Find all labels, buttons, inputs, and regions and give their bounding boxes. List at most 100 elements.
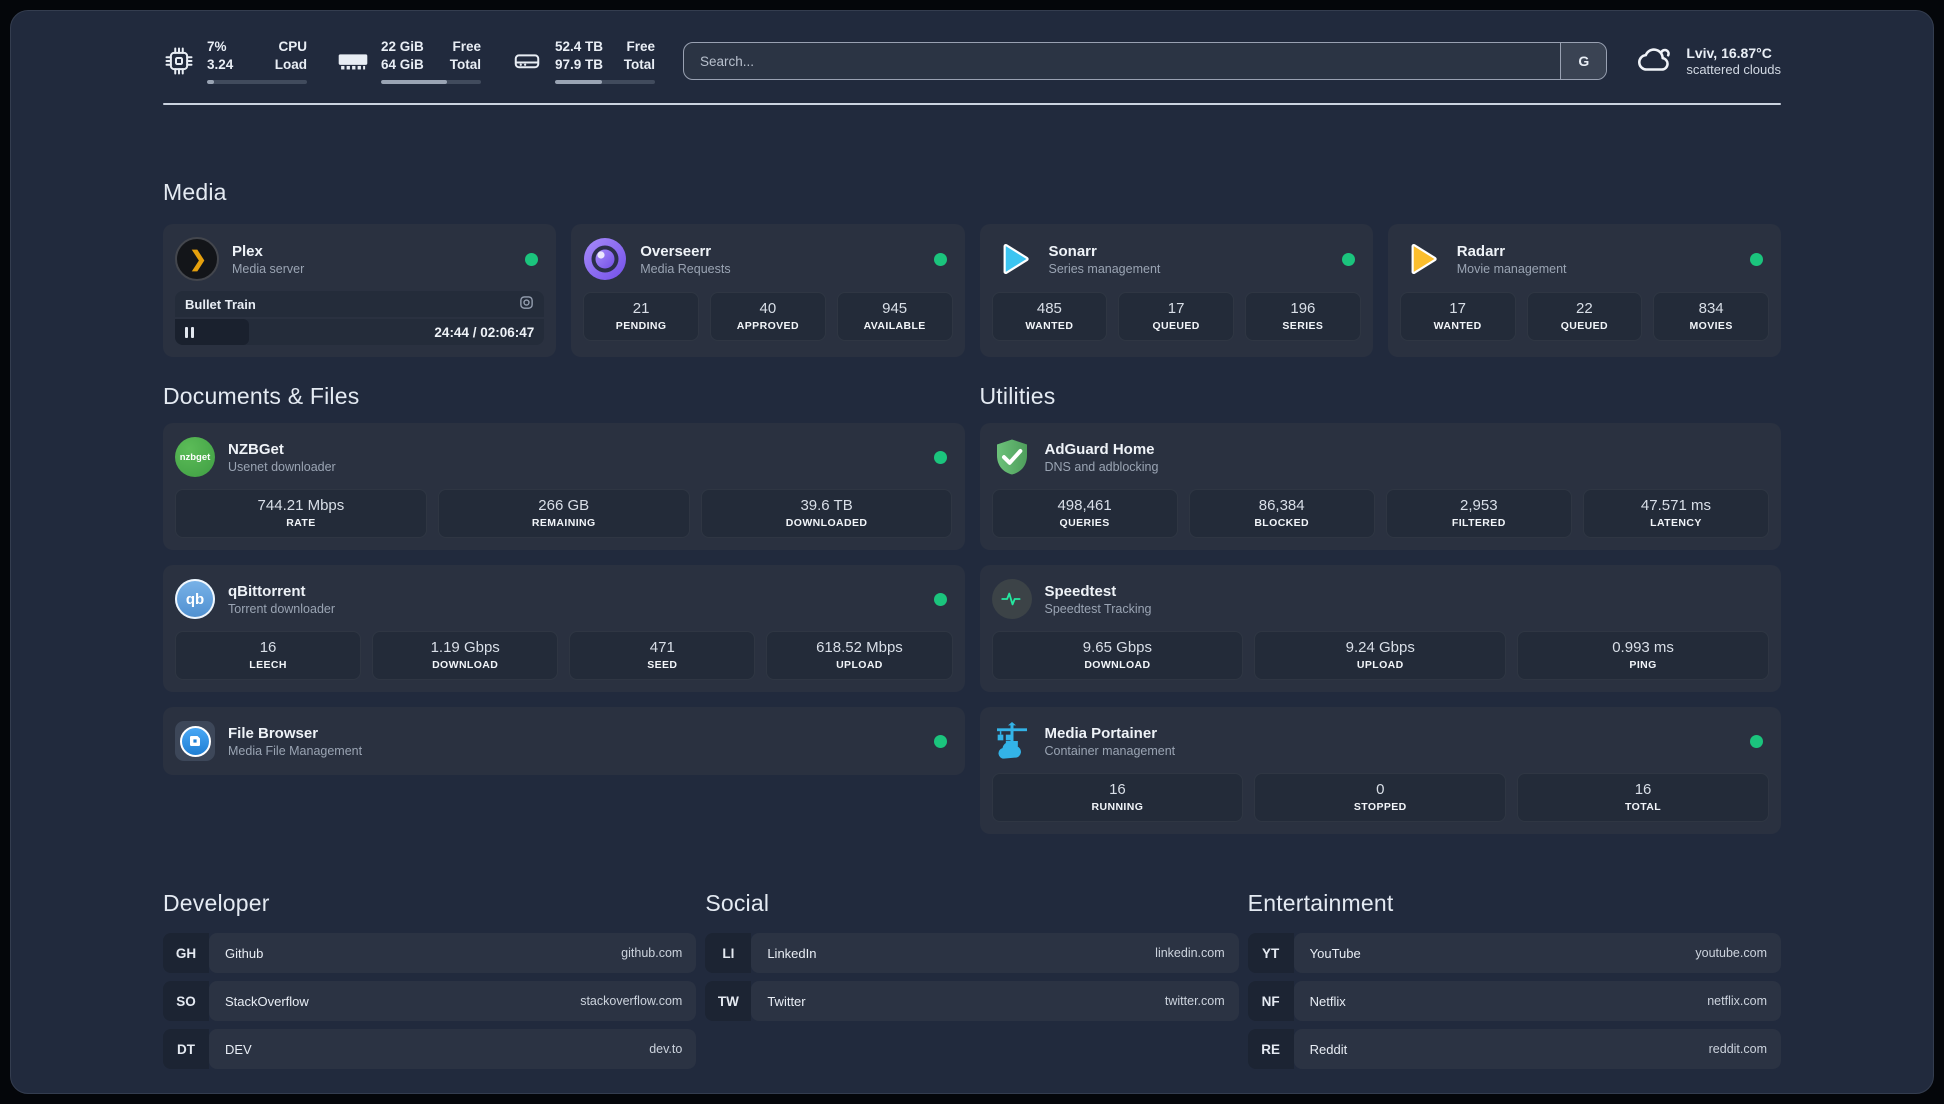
developer-links: Developer GH Github github.com SO StackO… [163, 890, 697, 1077]
app-card-sonarr[interactable]: Sonarr Series management 485 WANTED 17 Q… [979, 224, 1373, 357]
memory-usage-bar [381, 79, 481, 84]
link-linkedin[interactable]: LI LinkedIn linkedin.com [705, 933, 1239, 973]
stat-tile: 196 SERIES [1245, 292, 1361, 341]
link-abbr: GH [163, 933, 209, 973]
stat-tile: 17 QUEUED [1118, 292, 1234, 341]
stat-tile: 834 MOVIES [1653, 292, 1769, 341]
stat-tile: 21 PENDING [583, 292, 699, 341]
load-label: Load [274, 57, 307, 72]
pause-button[interactable] [185, 326, 194, 338]
link-stackoverflow[interactable]: SO StackOverflow stackoverflow.com [163, 981, 697, 1021]
documents-section: Documents & Files nzbget NZBGet Usenet d… [163, 383, 965, 834]
status-online-dot [1341, 252, 1355, 266]
stat-tile: 471 SEED [569, 631, 756, 680]
disk-free-label: Free [626, 39, 655, 55]
disk-total-value: 97.9 TB [555, 57, 604, 72]
top-bar: 7% 3.24 CPU Load 22 GiB 64 GiB Free Tota… [163, 11, 1781, 87]
app-card-nzbget[interactable]: nzbget NZBGet Usenet downloader 744.21 M… [163, 423, 965, 550]
app-name: Speedtest [1044, 582, 1117, 600]
link-abbr: RE [1247, 1029, 1294, 1069]
link-reddit[interactable]: RE Reddit reddit.com [1247, 1029, 1781, 1069]
app-description: Series management [1048, 261, 1161, 276]
app-name: File Browser [228, 724, 319, 742]
link-name: Github [225, 945, 264, 961]
memory-total-label: Total [449, 57, 481, 72]
stat-tile: 1.19 Gbps DOWNLOAD [372, 631, 559, 680]
stat-tile: 618.52 Mbps UPLOAD [766, 631, 953, 680]
now-playing-widget: Bullet Train 24:44 / 02:06:47 [175, 291, 545, 345]
plex-icon: ❯ [175, 237, 219, 281]
stat-tile: 40 APPROVED [710, 292, 826, 341]
cpu-icon [163, 46, 195, 76]
link-github[interactable]: GH Github github.com [163, 933, 697, 973]
section-title-developer: Developer [163, 890, 270, 916]
stat-tile: 22 QUEUED [1526, 292, 1643, 341]
search-input[interactable] [684, 43, 1561, 79]
app-name: qBittorrent [228, 582, 306, 600]
stat-tile: 9.65 Gbps DOWNLOAD [991, 631, 1244, 680]
link-twitter[interactable]: TW Twitter twitter.com [705, 981, 1239, 1021]
status-online-dot [1750, 734, 1763, 748]
link-abbr: YT [1247, 933, 1294, 973]
app-card-overseerr[interactable]: Overseerr Media Requests 21 PENDING 40 A… [571, 224, 965, 357]
status-online-dot [933, 450, 947, 464]
app-name: NZBGet [228, 440, 284, 458]
search-bar[interactable]: G [683, 42, 1608, 80]
stat-tile: 945 AVAILABLE [836, 292, 953, 341]
cpu-label: CPU [278, 39, 307, 55]
status-online-dot [933, 592, 947, 606]
stat-tile: 17 WANTED [1399, 292, 1516, 341]
cloud-icon [1637, 44, 1673, 79]
header-divider [163, 103, 1781, 105]
stat-tile: 16 LEECH [175, 631, 362, 680]
link-name: DEV [225, 1041, 252, 1057]
dashboard: 7% 3.24 CPU Load 22 GiB 64 GiB Free Tota… [10, 10, 1934, 1094]
memory-stat: 22 GiB 64 GiB Free Total [337, 38, 481, 84]
app-card-filebrowser[interactable]: File Browser Media File Management [163, 707, 965, 775]
app-name: Media Portainer [1044, 724, 1158, 742]
app-description: Media File Management [228, 743, 363, 758]
app-card-speedtest[interactable]: Speedtest Speedtest Tracking 9.65 Gbps D… [979, 565, 1781, 692]
link-abbr: DT [163, 1029, 209, 1069]
utilities-section: Utilities AdGuard Home DNS and adblockin… [979, 383, 1781, 834]
memory-free-label: Free [452, 39, 481, 55]
app-card-plex[interactable]: ❯ Plex Media server Bullet Train 24:44 /… [163, 224, 557, 357]
link-name: YouTube [1309, 945, 1361, 961]
link-url: dev.to [649, 1042, 683, 1056]
section-title-media: Media [163, 179, 227, 205]
overseerr-icon [583, 237, 627, 281]
search-engine-button[interactable]: G [1560, 43, 1607, 79]
app-description: Container management [1044, 743, 1176, 758]
stat-tile: 0 STOPPED [1254, 773, 1507, 822]
portainer-icon [992, 721, 1032, 761]
app-card-radarr[interactable]: Radarr Movie management 17 WANTED 22 QUE… [1387, 224, 1781, 357]
link-name: Reddit [1309, 1041, 1348, 1057]
app-card-portainer[interactable]: Media Portainer Container management 16 … [979, 707, 1781, 834]
stat-tile: 9.24 Gbps UPLOAD [1254, 631, 1507, 680]
link-dev[interactable]: DT DEV dev.to [163, 1029, 697, 1069]
cpu-usage-bar [207, 79, 307, 84]
playback-time: 24:44 / 02:06:47 [434, 324, 535, 340]
stat-tile: 498,461 QUERIES [991, 489, 1178, 538]
now-playing-title: Bullet Train [185, 296, 256, 312]
app-card-qbittorrent[interactable]: qb qBittorrent Torrent downloader 16 LEE… [163, 565, 965, 692]
status-online-dot [1750, 252, 1763, 266]
link-youtube[interactable]: YT YouTube youtube.com [1247, 933, 1781, 973]
status-online-dot [933, 734, 947, 748]
section-title-entertainment: Entertainment [1247, 890, 1394, 916]
app-card-adguard[interactable]: AdGuard Home DNS and adblocking 498,461 … [979, 423, 1781, 550]
section-title-social: Social [705, 890, 770, 916]
stat-tile: 39.6 TB DOWNLOADED [700, 489, 953, 538]
sonarr-icon [992, 237, 1036, 281]
stat-tile: 2,953 FILTERED [1385, 489, 1572, 538]
weather-widget: Lviv, 16.87°C scattered clouds [1637, 44, 1781, 79]
memory-total-value: 64 GiB [381, 57, 424, 72]
section-title-documents: Documents & Files [163, 383, 360, 409]
speedtest-icon [991, 579, 1032, 619]
link-url: reddit.com [1708, 1042, 1767, 1056]
link-netflix[interactable]: NF Netflix netflix.com [1247, 981, 1781, 1021]
stat-tile: 744.21 Mbps RATE [175, 489, 427, 538]
link-name: Netflix [1309, 993, 1346, 1009]
link-abbr: LI [705, 933, 752, 973]
stat-tile: 16 RUNNING [991, 773, 1244, 822]
